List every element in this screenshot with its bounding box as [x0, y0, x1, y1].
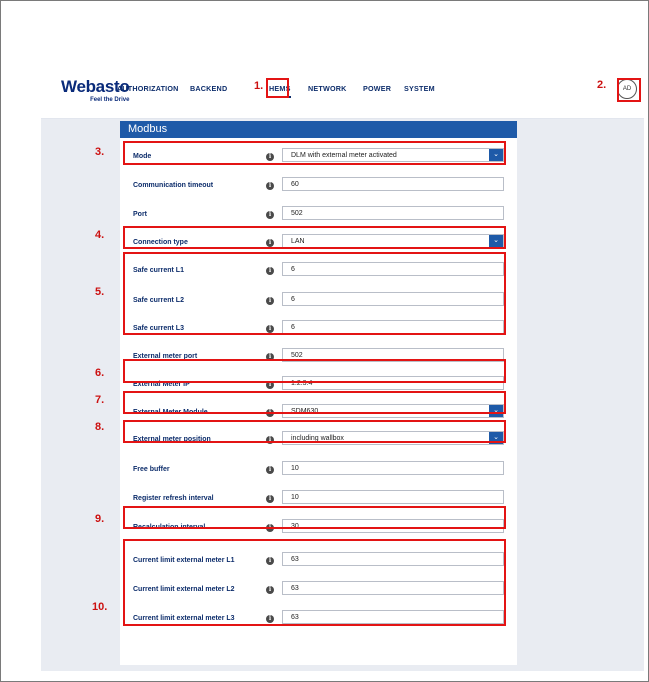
nav-tab-network[interactable]: NETWORK [308, 84, 347, 93]
setting-label: Communication timeout [133, 182, 214, 189]
highlight-box-hems-tab [266, 78, 289, 98]
annotation-number-3: 3. [95, 146, 105, 158]
annotation-number-4: 4. [95, 229, 105, 241]
annotation-number-9: 9. [95, 513, 105, 525]
register-refresh-interval-input[interactable]: 10 [282, 490, 504, 504]
highlight-box-current-limits [123, 539, 506, 626]
brand-tagline: Feel the Drive [90, 97, 130, 103]
highlight-box-avatar [617, 78, 641, 102]
setting-row-free-buffer: Free buffer i 10 [120, 460, 517, 482]
info-icon[interactable]: i [266, 211, 274, 219]
free-buffer-input[interactable]: 10 [282, 461, 504, 475]
highlight-box-connection-type [123, 226, 506, 249]
communication-timeout-input[interactable]: 60 [282, 177, 504, 191]
info-icon[interactable]: i [266, 466, 274, 474]
highlight-box-external-meter-ip [123, 359, 506, 383]
nav-tab-system[interactable]: SYSTEM [404, 84, 435, 93]
top-navigation-bar: Webasto Feel the Drive AUTHORIZATION BAC… [41, 66, 644, 119]
highlight-box-safe-currents [123, 252, 506, 335]
setting-label: Free buffer [133, 466, 170, 473]
port-input[interactable]: 502 [282, 206, 504, 220]
nav-tab-power[interactable]: POWER [363, 84, 391, 93]
highlight-box-mode [123, 141, 506, 165]
annotation-number-1: 1. [254, 80, 264, 92]
annotation-number-8: 8. [95, 421, 105, 433]
setting-label: Register refresh interval [133, 495, 214, 502]
highlight-box-external-meter-position [123, 420, 506, 443]
nav-tab-authorization[interactable]: AUTHORIZATION [117, 84, 179, 93]
annotation-number-7: 7. [95, 394, 105, 406]
highlight-box-external-meter-module [123, 391, 506, 414]
info-icon[interactable]: i [266, 495, 274, 503]
annotation-number-2: 2. [597, 79, 607, 91]
section-title: Modbus [120, 121, 517, 138]
annotation-number-6: 6. [95, 367, 105, 379]
setting-row-port: Port i 502 [120, 205, 517, 227]
highlight-box-recalculation-interval [123, 506, 506, 529]
nav-tab-backend[interactable]: BACKEND [190, 84, 227, 93]
annotation-number-10: 10. [92, 601, 108, 613]
setting-label: Port [133, 211, 147, 218]
annotation-number-5: 5. [95, 286, 105, 298]
info-icon[interactable]: i [266, 182, 274, 190]
setting-row-communication-timeout: Communication timeout i 60 [120, 176, 517, 198]
